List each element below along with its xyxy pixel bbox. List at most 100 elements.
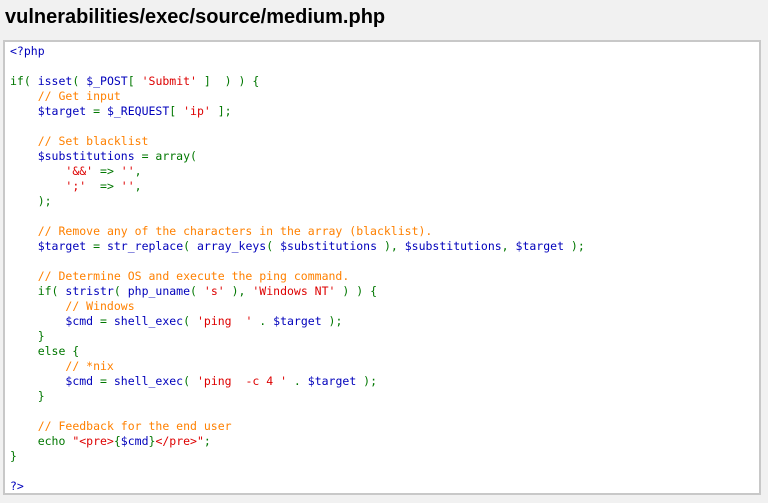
code-token-default: php_uname — [127, 284, 191, 298]
code-line: <?php — [10, 44, 585, 59]
code-token-default: <?php — [10, 44, 45, 58]
code-token-keyword: , — [501, 239, 516, 253]
code-token-string: 'Windows NT' — [252, 284, 336, 298]
code-token-keyword: { — [113, 434, 121, 448]
code-token-string: '' — [120, 164, 135, 178]
code-line: '&&' => '', — [10, 164, 585, 179]
code-token-comment: // Set blacklist — [37, 134, 149, 148]
code-token-default: $substitutions — [37, 149, 142, 163]
code-token-keyword: } — [10, 329, 45, 343]
code-token-keyword: echo — [10, 434, 73, 448]
code-token-keyword: [ — [169, 104, 184, 118]
code-token-keyword: ] ) ) { — [196, 74, 260, 88]
code-line: if( isset( $_POST[ 'Submit' ] ) ) { — [10, 74, 585, 89]
code-token-keyword — [10, 89, 38, 103]
code-token-keyword: ( — [183, 314, 197, 328]
code-token-default: shell_exec — [113, 374, 184, 388]
code-line: else { — [10, 344, 585, 359]
code-line: // Determine OS and execute the ping com… — [10, 269, 585, 284]
code-token-default: array_keys — [196, 239, 267, 253]
page-title: vulnerabilities/exec/source/medium.php — [5, 6, 386, 28]
code-token-keyword: => — [86, 179, 121, 193]
code-line: // Set blacklist — [10, 134, 585, 149]
code-token-default: str_replace — [106, 239, 184, 253]
code-line: ';' => '', — [10, 179, 585, 194]
code-token-keyword: if( — [10, 74, 38, 88]
code-token-keyword — [10, 104, 38, 118]
code-token-string: ';' — [65, 179, 87, 193]
code-token-default: $_POST — [86, 74, 128, 88]
code-token-keyword: ), — [224, 284, 253, 298]
code-token-keyword — [10, 239, 38, 253]
code-token-comment: // Remove any of the characters in the a… — [37, 224, 433, 238]
code-token-keyword: ( — [72, 74, 87, 88]
code-token-string: 'ping ' — [196, 314, 253, 328]
source-viewer-page: vulnerabilities/exec/source/medium.php <… — [0, 0, 768, 503]
code-token-default: $target — [515, 239, 571, 253]
code-token-keyword: [ — [127, 74, 142, 88]
code-token-comment: // *nix — [65, 359, 114, 373]
code-token-comment: // Feedback for the end user — [37, 419, 232, 433]
code-token-keyword — [10, 314, 65, 328]
code-line: ?> — [10, 479, 585, 493]
code-token-keyword — [10, 164, 65, 178]
code-line: if( stristr( php_uname( 's' ), 'Windows … — [10, 284, 585, 299]
code-token-comment: // Windows — [65, 299, 135, 313]
code-token-string: '' — [120, 179, 135, 193]
code-token-keyword: ( — [183, 239, 197, 253]
code-token-string: '&&' — [65, 164, 94, 178]
code-token-default: $target — [307, 374, 364, 388]
code-token-string: "<pre> — [72, 434, 114, 448]
code-token-keyword: . — [287, 374, 308, 388]
code-token-keyword: ( — [266, 239, 281, 253]
code-token-keyword: , — [134, 179, 142, 193]
code-token-keyword: ( — [183, 374, 197, 388]
code-line: } — [10, 449, 585, 464]
code-token-keyword: = — [93, 104, 107, 118]
code-token-keyword: => — [93, 164, 121, 178]
code-token-keyword — [10, 179, 65, 193]
source-code: <?php if( isset( $_POST[ 'Submit' ] ) ) … — [10, 44, 585, 493]
code-token-default: $cmd — [120, 434, 149, 448]
code-token-keyword: ) ) { — [335, 284, 378, 298]
code-token-keyword: else { — [10, 344, 80, 358]
code-token-keyword: . — [252, 314, 274, 328]
code-line: $cmd = shell_exec( 'ping ' . $target ); — [10, 314, 585, 329]
code-token-default: $substitutions — [280, 239, 384, 253]
code-token-default: $target — [273, 314, 329, 328]
source-code-box: <?php if( isset( $_POST[ 'Submit' ] ) ) … — [3, 40, 761, 495]
code-token-string: </pre>" — [155, 434, 204, 448]
code-line: // Remove any of the characters in the a… — [10, 224, 585, 239]
code-token-keyword: , — [134, 164, 142, 178]
code-token-keyword — [10, 299, 65, 313]
code-token-string: 's' — [203, 284, 225, 298]
code-token-default: $target — [37, 239, 94, 253]
code-token-keyword: = — [93, 239, 107, 253]
code-token-keyword: ); — [363, 374, 378, 388]
code-token-keyword — [10, 149, 38, 163]
code-token-default: $substitutions — [404, 239, 502, 253]
code-line: $substitutions = array( — [10, 149, 585, 164]
code-token-keyword: ( — [113, 284, 128, 298]
code-token-default: isset — [37, 74, 73, 88]
code-line: // *nix — [10, 359, 585, 374]
code-token-keyword: = array( — [141, 149, 197, 163]
code-token-keyword — [10, 269, 38, 283]
code-line: $target = str_replace( array_keys( $subs… — [10, 239, 585, 254]
code-token-keyword — [10, 419, 38, 433]
code-token-string: 'ping -c 4 ' — [196, 374, 287, 388]
code-line: $target = $_REQUEST[ 'ip' ]; — [10, 104, 585, 119]
code-token-default: $_REQUEST — [106, 104, 170, 118]
code-token-keyword — [10, 374, 65, 388]
code-token-string: 'ip' — [183, 104, 211, 118]
code-token-default: ?> — [10, 479, 24, 493]
code-token-default: stristr — [65, 284, 114, 298]
code-token-keyword: ); — [10, 194, 52, 208]
code-token-string: 'Submit' — [141, 74, 197, 88]
code-token-keyword — [10, 134, 38, 148]
code-token-keyword: = — [100, 374, 114, 388]
